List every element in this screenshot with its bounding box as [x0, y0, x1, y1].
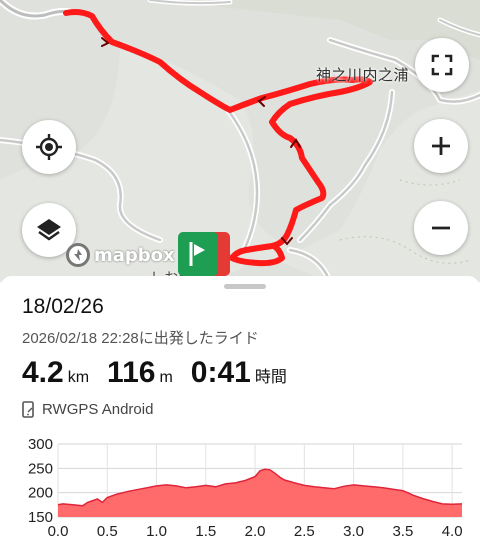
activity-sheet: 18/02/26 2026/02/18 22:28に出発したライド 4.2 km… [0, 276, 480, 553]
x-tick-label: 3.0 [343, 523, 364, 540]
y-tick-labels: 300250200150 [28, 436, 53, 526]
x-tick-label: 0.0 [48, 523, 69, 540]
elevation-value: 116 [107, 356, 156, 389]
y-tick-label: 200 [28, 485, 53, 502]
x-tick-label: 2.0 [245, 523, 266, 540]
x-tick-label: 1.5 [195, 523, 216, 540]
elevation-chart[interactable]: 300250200150 0.0 0.5 1.0 1.5 2.0 2.5 3.0 3.5 4.0 [0, 430, 480, 553]
distance-value: 4.2 [22, 356, 64, 389]
duration-unit: 時間 [254, 369, 287, 386]
fullscreen-button[interactable] [415, 38, 469, 92]
x-tick-label: 1.0 [146, 523, 167, 540]
activity-title: 18/02/26 [22, 295, 104, 318]
x-tick-label: 3.5 [392, 523, 413, 540]
zoom-in-button[interactable] [414, 119, 468, 173]
activity-subtitle: 2026/02/18 22:28に出発したライド [22, 330, 259, 347]
my-location-button[interactable] [22, 120, 76, 174]
y-tick-label: 300 [28, 436, 53, 453]
device-info: RWGPS Android [22, 401, 153, 418]
device-name: RWGPS Android [42, 401, 154, 418]
distance-unit: km [67, 369, 90, 386]
x-tick-labels: 0.0 0.5 1.0 1.5 2.0 2.5 3.0 3.5 4.0 [48, 523, 463, 540]
x-tick-label: 2.5 [294, 523, 315, 540]
fullscreen-icon [431, 54, 453, 76]
duration-value: 0:41 [190, 356, 251, 389]
zoom-out-button[interactable] [414, 201, 468, 255]
x-tick-label: 0.5 [97, 523, 118, 540]
layers-icon [37, 219, 61, 241]
drag-handle[interactable] [224, 284, 266, 289]
minus-icon [432, 226, 450, 230]
y-tick-label: 250 [28, 460, 53, 477]
stats-row: 4.2 km 116 m 0:41 時間 [22, 356, 305, 390]
map-view[interactable]: 神之川内之浦 しお台口前 m [0, 0, 480, 282]
mapbox-logo-icon [66, 243, 90, 267]
my-location-icon [36, 134, 62, 160]
mapbox-attribution[interactable]: mapbox [66, 243, 175, 267]
elevation-unit: m [159, 369, 173, 386]
x-tick-label: 4.0 [442, 523, 463, 540]
mapbox-text: mapbox [94, 244, 175, 266]
phone-icon [22, 401, 34, 418]
plus-icon [432, 137, 450, 155]
start-finish-marker[interactable] [178, 232, 230, 276]
place-label: 神之川内之浦 [316, 66, 410, 84]
